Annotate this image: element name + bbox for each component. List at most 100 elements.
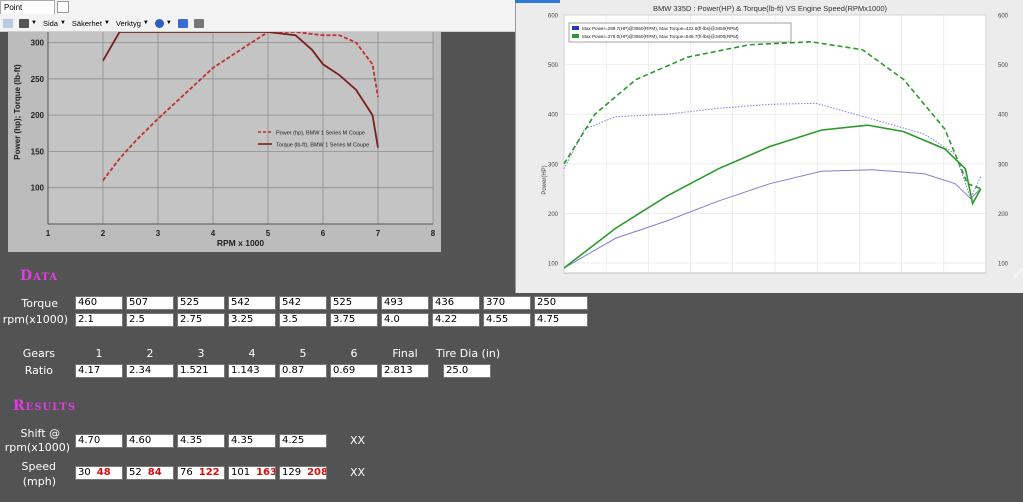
chevron-down-icon: ▼	[165, 20, 172, 26]
rpm-input[interactable]: 4.0	[381, 313, 429, 327]
shift-input[interactable]: 4.60	[126, 434, 174, 448]
speed-output: 76 122	[177, 466, 225, 480]
speed-output: 30 48	[75, 466, 123, 480]
torque-input[interactable]: 436	[432, 296, 480, 310]
page-menu-label: Sida	[42, 18, 58, 28]
torque-input[interactable]: 525	[330, 296, 378, 310]
gear-header: 1	[95, 347, 103, 360]
rpm-input[interactable]: 3.75	[330, 313, 378, 327]
tools-menu[interactable]: Verktyg ▼	[116, 19, 149, 28]
popup-chart-title: BMW 335D : Power(HP) & Torque(lb-ft) VS …	[653, 4, 888, 13]
rpm-input[interactable]: 4.22	[432, 313, 480, 327]
popup-legend-swatch	[572, 34, 579, 38]
shift-input[interactable]: 4.70	[75, 434, 123, 448]
rpm-input[interactable]: 2.5	[126, 313, 174, 327]
gear-header: 5	[299, 347, 307, 360]
popup-y-tick: 100	[548, 262, 559, 268]
left-y-tick: 100	[31, 184, 45, 193]
tools-menu-label: Verktyg	[115, 18, 141, 28]
resize-icon[interactable]: ⤢	[1013, 266, 1023, 281]
speed-kmh: 122	[198, 467, 220, 478]
torque-input[interactable]: 493	[381, 296, 429, 310]
speed-output: 129 208	[279, 466, 327, 480]
popup-y-tick: 500	[548, 63, 559, 69]
speed-kmh: 84	[147, 467, 162, 478]
help-icon	[154, 18, 164, 28]
speed-mph: 101	[231, 467, 251, 478]
popup-legend-label: Max Power=288.7(HP)@3950(RPM), Max Torqu…	[582, 26, 739, 31]
torque-input[interactable]: 542	[228, 296, 276, 310]
shift-input[interactable]: 4.35	[177, 434, 225, 448]
left-power-torque-chart: 1 2 3 4 5 6 7 8 100 150 200 250 300 RPM x 1000 Power (…	[8, 32, 441, 252]
speed-kmh: 208	[307, 467, 327, 478]
ratio-input[interactable]: 1.143	[228, 364, 276, 378]
research-icon[interactable]	[177, 18, 188, 28]
print-button[interactable]: ▼	[19, 18, 37, 28]
ratio-label: Ratio	[24, 364, 53, 377]
ratio-input[interactable]: 0.69	[330, 364, 378, 378]
shift-label-line1: Shift @	[20, 427, 61, 440]
rpm-input[interactable]: 2.75	[177, 313, 225, 327]
torque-input[interactable]: 370	[483, 296, 531, 310]
popup-y-tick: 600	[548, 14, 559, 20]
security-menu[interactable]: Säkerhet ▼	[72, 19, 110, 28]
shift-xx: XX	[350, 434, 366, 447]
chevron-down-icon: ▼	[59, 20, 66, 26]
speed-mph: 76	[180, 467, 193, 478]
rpm-input[interactable]: 4.55	[483, 313, 531, 327]
rpm-input[interactable]: 3.25	[228, 313, 276, 327]
security-menu-label: Säkerhet	[71, 18, 102, 28]
left-x-label: RPM x 1000	[217, 238, 265, 248]
speed-mph: 129	[282, 467, 302, 478]
shift-input[interactable]: 4.35	[228, 434, 276, 448]
popup-chart-window: BMW 335D : Power(HP) & Torque(lb-ft) VS …	[515, 0, 1023, 293]
gear-header: Final	[392, 347, 418, 360]
gear-header: Tire Dia (in)	[435, 347, 501, 360]
popup-accent-bar	[515, 0, 560, 3]
ratio-input[interactable]: 0.87	[279, 364, 327, 378]
extension-icon[interactable]	[193, 18, 204, 28]
popup-right-y-tick: 200	[998, 212, 1009, 218]
ratio-input[interactable]: 1.521	[177, 364, 225, 378]
page-menu[interactable]: Sida ▼	[43, 19, 66, 28]
rpm-input[interactable]: 3.5	[279, 313, 327, 327]
browser-tab[interactable]: Point	[0, 0, 55, 14]
rpm-input[interactable]: 4.75	[534, 313, 588, 327]
chevron-down-icon: ▼	[103, 20, 110, 26]
left-x-tick: 6	[321, 229, 326, 238]
popup-y-tick: 200	[548, 212, 559, 218]
ratio-input[interactable]: 2.34	[126, 364, 174, 378]
left-y-tick: 300	[31, 39, 45, 48]
left-x-tick: 2	[101, 229, 106, 238]
torque-input[interactable]: 250	[534, 296, 588, 310]
speed-output: 101 163	[228, 466, 276, 480]
speed-output: 52 84	[126, 466, 174, 480]
popup-right-y-tick: 300	[998, 162, 1009, 168]
gear-header: 2	[146, 347, 154, 360]
torque-input[interactable]: 460	[75, 296, 123, 310]
ratio-input[interactable]: 2.813	[381, 364, 429, 378]
left-x-tick: 3	[156, 229, 161, 238]
left-x-tick: 8	[431, 229, 436, 238]
speed-kmh: 48	[96, 467, 111, 478]
speed-xx: XX	[350, 466, 366, 479]
gears-label: Gears	[22, 347, 55, 360]
gear-header: 6	[350, 347, 358, 360]
torque-input[interactable]: 507	[126, 296, 174, 310]
ratio-input[interactable]: 25.0	[443, 364, 491, 378]
ratio-input[interactable]: 4.17	[75, 364, 123, 378]
new-tab-icon[interactable]	[57, 1, 69, 13]
shift-input[interactable]: 4.25	[279, 434, 327, 448]
torque-input[interactable]: 542	[279, 296, 327, 310]
shift-label-line2: rpm(x1000)	[4, 441, 70, 454]
help-button[interactable]: ▼	[154, 18, 172, 28]
email-icon[interactable]	[3, 18, 13, 28]
torque-input[interactable]: 525	[177, 296, 225, 310]
speed-label-line1: Speed	[21, 460, 56, 473]
command-bar: ▼ Sida ▼ Säkerhet ▼ Verktyg ▼ ▼	[0, 14, 515, 32]
rpm-input[interactable]: 2.1	[75, 313, 123, 327]
printer-icon	[19, 18, 29, 28]
popup-y-label: Power(HP)	[542, 165, 548, 194]
left-chart-svg: 1 2 3 4 5 6 7 8 100 150 200 250 300 RPM x 1000 Power (…	[13, 32, 436, 248]
left-x-tick: 1	[46, 229, 51, 238]
